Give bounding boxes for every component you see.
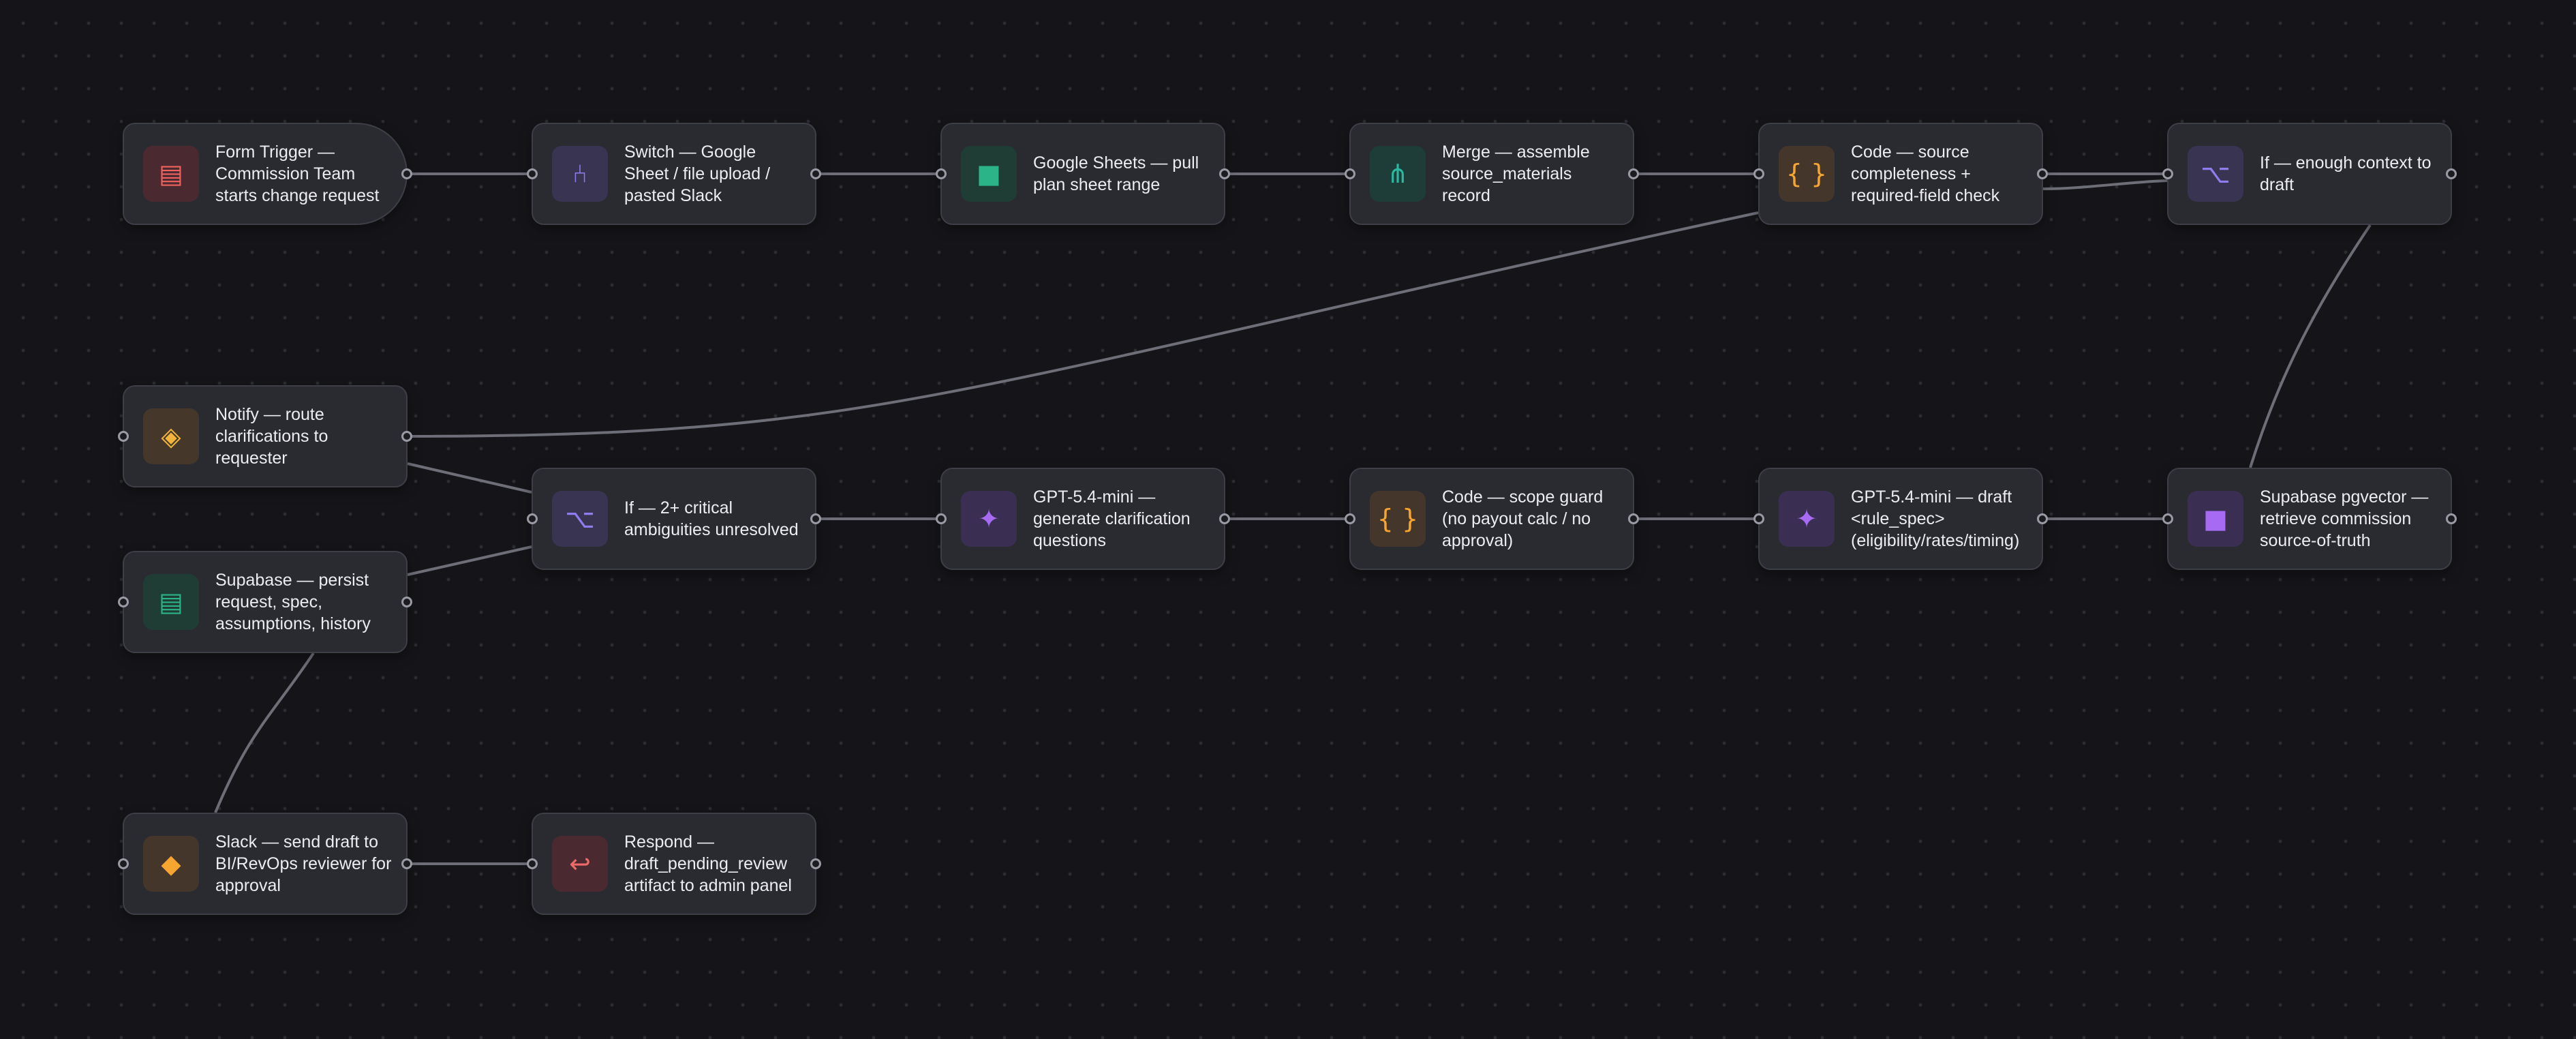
database-icon: ▤: [143, 574, 199, 630]
input-handle[interactable]: [1753, 513, 1764, 524]
branch-icon: ⌥: [552, 491, 608, 547]
node-label: Respond — draft_pending_review artifact …: [624, 832, 792, 895]
node-label: GPT-5.4-mini — generate clarification qu…: [1033, 487, 1191, 550]
node-notify[interactable]: ◈ Notify — route clarifications to reques…: [118, 385, 412, 487]
output-handle[interactable]: [810, 513, 821, 524]
output-handle[interactable]: [1219, 168, 1230, 179]
branch-icon: ⌥: [2188, 146, 2243, 202]
sheets-icon: ■: [961, 146, 1017, 202]
output-handle[interactable]: [1219, 513, 1230, 524]
node-label: Supabase — persist request, spec, assump…: [215, 571, 371, 633]
database-icon: ■: [2188, 491, 2243, 547]
input-handle[interactable]: [1345, 513, 1355, 524]
return-icon: ↩: [552, 836, 608, 892]
node-label: Google Sheets — pull plan sheet range: [1033, 153, 1199, 194]
node-form-trigger[interactable]: ▤ Form Trigger — Commission Team starts c…: [123, 123, 412, 225]
node-respond[interactable]: ↩ Respond — draft_pending_review artifact…: [527, 813, 821, 915]
input-handle[interactable]: [118, 597, 129, 607]
node-label: Notify — route clarifications to request…: [215, 405, 328, 468]
edge-if-context-to-supabase-pgvector: [2249, 224, 2372, 468]
output-handle[interactable]: [810, 858, 821, 869]
node-label: Form Trigger — Commission Team starts ch…: [215, 142, 380, 205]
code-icon: { }: [1779, 146, 1835, 202]
form-icon: ▤: [143, 146, 199, 202]
edge-code-completeness-to-notify: [407, 211, 1759, 438]
node-label: Supabase pgvector — retrieve commission …: [2260, 487, 2429, 550]
input-handle[interactable]: [1753, 168, 1764, 179]
node-if-context[interactable]: ⌥ If — enough context to draft: [2162, 123, 2457, 225]
input-handle[interactable]: [2162, 168, 2173, 179]
switch-icon: ⑃: [552, 146, 608, 202]
node-label: Code — scope guard (no payout calc / no …: [1442, 487, 1604, 550]
node-label: Merge — assemble source_materials record: [1442, 142, 1590, 205]
input-handle[interactable]: [527, 858, 538, 869]
output-handle[interactable]: [401, 168, 412, 179]
code-icon: { }: [1370, 491, 1426, 547]
input-handle[interactable]: [527, 168, 538, 179]
input-handle[interactable]: [118, 431, 129, 442]
node-label: If — enough context to draft: [2260, 153, 2432, 194]
node-slack[interactable]: ◆ Slack — send draft to BI/RevOps reviewe…: [118, 813, 412, 915]
edge-supabase-persist-to-if-ambiguities: [407, 545, 532, 576]
sparkle-icon: ✦: [1779, 491, 1835, 547]
output-handle[interactable]: [810, 168, 821, 179]
node-if-ambiguities[interactable]: ⌥ If — 2+ critical ambiguities unresolved: [527, 468, 821, 570]
output-handle[interactable]: [2446, 168, 2457, 179]
node-label: Slack — send draft to BI/RevOps reviewer…: [215, 832, 392, 895]
node-gpt-questions[interactable]: ✦ GPT-5.4-mini — generate clarification q…: [936, 468, 1230, 570]
edge-notify-to-if-ambiguities: [407, 462, 532, 494]
node-gpt-draft[interactable]: ✦ GPT-5.4-mini — draft <rule_spec> (eligi…: [1753, 468, 2048, 570]
output-handle[interactable]: [401, 858, 412, 869]
edge-if-context-to-code-completeness: [2042, 179, 2168, 190]
edge-supabase-persist-to-slack: [214, 652, 315, 813]
node-google-sheets[interactable]: ■ Google Sheets — pull plan sheet range: [936, 123, 1230, 225]
node-label: Switch — Google Sheet / file upload / pa…: [624, 142, 771, 205]
output-handle[interactable]: [2037, 513, 2048, 524]
node-code-completeness[interactable]: { } Code — source completeness + required…: [1753, 123, 2048, 225]
node-label: GPT-5.4-mini — draft <rule_spec> (eligib…: [1851, 487, 2020, 550]
output-handle[interactable]: [401, 597, 412, 607]
slack-icon: ◆: [143, 836, 199, 892]
output-handle[interactable]: [2037, 168, 2048, 179]
output-handle[interactable]: [1628, 168, 1639, 179]
sparkle-icon: ✦: [961, 491, 1017, 547]
node-code-scope[interactable]: { } Code — scope guard (no payout calc / …: [1345, 468, 1639, 570]
merge-icon: ⋔: [1370, 146, 1426, 202]
output-handle[interactable]: [401, 431, 412, 442]
node-label: If — 2+ critical ambiguities unresolved: [624, 498, 799, 539]
node-supabase-pgvector[interactable]: ■ Supabase pgvector — retrieve commission…: [2162, 468, 2457, 570]
input-handle[interactable]: [527, 513, 538, 524]
input-handle[interactable]: [2162, 513, 2173, 524]
output-handle[interactable]: [1628, 513, 1639, 524]
node-supabase-persist[interactable]: ▤ Supabase — persist request, spec, assum…: [118, 551, 412, 653]
node-label: Code — source completeness + required-fi…: [1851, 142, 2000, 205]
input-handle[interactable]: [936, 168, 947, 179]
node-switch[interactable]: ⑃ Switch — Google Sheet / file upload / p…: [527, 123, 821, 225]
workflow-canvas[interactable]: ▤ Form Trigger — Commission Team starts c…: [0, 0, 2576, 1039]
node-merge[interactable]: ⋔ Merge — assemble source_materials recor…: [1345, 123, 1639, 225]
notify-icon: ◈: [143, 408, 199, 464]
input-handle[interactable]: [118, 858, 129, 869]
input-handle[interactable]: [936, 513, 947, 524]
output-handle[interactable]: [2446, 513, 2457, 524]
input-handle[interactable]: [1345, 168, 1355, 179]
